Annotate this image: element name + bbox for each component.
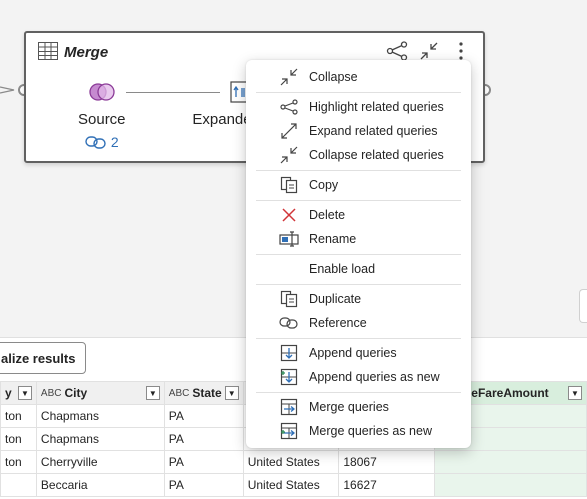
table-row[interactable]: ton Cherryville PA United States 18067 bbox=[0, 450, 587, 474]
source-icon bbox=[78, 81, 126, 103]
table-cell[interactable]: PA bbox=[163, 427, 244, 451]
menu-divider bbox=[256, 254, 461, 255]
chevron-down-icon[interactable]: ▼ bbox=[145, 386, 160, 400]
table-cell[interactable] bbox=[434, 473, 587, 497]
menu-item-reference[interactable]: Reference bbox=[246, 311, 471, 335]
column-header-city[interactable]: ABC City ▼ bbox=[35, 381, 165, 405]
menu-divider bbox=[256, 284, 461, 285]
column-header[interactable]: y ▼ bbox=[0, 381, 37, 405]
table-cell[interactable]: Chapmans bbox=[35, 404, 165, 428]
table-cell[interactable]: United States bbox=[242, 473, 340, 497]
chevron-down-icon[interactable]: ▼ bbox=[568, 386, 582, 400]
rename-icon bbox=[279, 229, 299, 249]
menu-item-collapse-related[interactable]: Collapse related queries bbox=[246, 143, 471, 167]
table-row[interactable]: Beccaria PA United States 16627 bbox=[0, 473, 587, 497]
table-cell[interactable]: Beccaria bbox=[35, 473, 165, 497]
table-cell[interactable] bbox=[434, 450, 587, 474]
table-cell[interactable]: 18067 bbox=[338, 450, 436, 474]
table-cell[interactable]: PA bbox=[163, 450, 244, 474]
merge-icon bbox=[279, 397, 299, 417]
menu-item-append-queries[interactable]: Append queries bbox=[246, 341, 471, 365]
menu-item-merge-queries[interactable]: Merge queries bbox=[246, 395, 471, 419]
table-cell[interactable]: Chapmans bbox=[35, 427, 165, 451]
table-cell[interactable]: ton bbox=[0, 450, 37, 474]
collapse-icon bbox=[279, 67, 299, 87]
linked-queries[interactable]: 2 bbox=[78, 134, 126, 150]
append-new-icon bbox=[279, 367, 299, 387]
table-cell[interactable]: PA bbox=[163, 404, 244, 428]
reference-icon bbox=[279, 313, 299, 333]
text-type-icon: ABC bbox=[168, 387, 190, 399]
step-source[interactable]: Source 2 bbox=[78, 81, 126, 150]
table-cell[interactable]: Cherryville bbox=[35, 450, 165, 474]
context-menu: Collapse Highlight related queries Expan… bbox=[246, 60, 471, 448]
table-cell[interactable]: United States bbox=[242, 450, 340, 474]
menu-item-rename[interactable]: Rename bbox=[246, 227, 471, 251]
column-header-state[interactable]: ABC State ▼ bbox=[163, 381, 244, 405]
menu-item-highlight-related[interactable]: Highlight related queries bbox=[246, 95, 471, 119]
menu-item-copy[interactable]: Copy bbox=[246, 173, 471, 197]
expand-column-icon bbox=[192, 81, 252, 103]
visualize-results-button[interactable]: alize results bbox=[0, 342, 86, 374]
duplicate-icon bbox=[279, 289, 299, 309]
table-icon bbox=[38, 41, 58, 63]
step-label: Expande bbox=[192, 111, 252, 128]
menu-item-append-queries-new[interactable]: Append queries as new bbox=[246, 365, 471, 389]
append-icon bbox=[279, 343, 299, 363]
menu-divider bbox=[256, 200, 461, 201]
menu-item-delete[interactable]: Delete bbox=[246, 203, 471, 227]
step-expanded[interactable]: Expande bbox=[192, 81, 252, 128]
merge-new-icon bbox=[279, 421, 299, 441]
menu-item-expand-related[interactable]: Expand related queries bbox=[246, 119, 471, 143]
delete-icon bbox=[279, 205, 299, 225]
collapse-icon bbox=[279, 145, 299, 165]
table-cell[interactable]: 16627 bbox=[338, 473, 436, 497]
table-cell[interactable] bbox=[0, 473, 37, 497]
menu-divider bbox=[256, 170, 461, 171]
table-cell[interactable]: PA bbox=[163, 473, 244, 497]
menu-item-collapse[interactable]: Collapse bbox=[246, 65, 471, 89]
menu-item-merge-queries-new[interactable]: Merge queries as new bbox=[246, 419, 471, 443]
menu-divider bbox=[256, 392, 461, 393]
step-label: Source bbox=[78, 111, 126, 128]
menu-item-duplicate[interactable]: Duplicate bbox=[246, 287, 471, 311]
expand-icon bbox=[279, 121, 299, 141]
chevron-down-icon[interactable]: ▼ bbox=[17, 386, 32, 400]
table-cell[interactable]: ton bbox=[0, 404, 37, 428]
share-icon bbox=[279, 97, 299, 117]
side-panel-tab[interactable] bbox=[579, 289, 587, 323]
link-icon bbox=[85, 136, 106, 149]
chevron-down-icon[interactable]: ▼ bbox=[224, 386, 239, 400]
table-cell[interactable]: ton bbox=[0, 427, 37, 451]
text-type-icon: ABC bbox=[40, 387, 62, 399]
menu-divider bbox=[256, 92, 461, 93]
linked-count: 2 bbox=[110, 134, 119, 150]
copy-icon bbox=[279, 175, 299, 195]
menu-item-enable-load[interactable]: Enable load bbox=[246, 257, 471, 281]
menu-divider bbox=[256, 338, 461, 339]
query-title[interactable]: Merge bbox=[64, 44, 108, 61]
